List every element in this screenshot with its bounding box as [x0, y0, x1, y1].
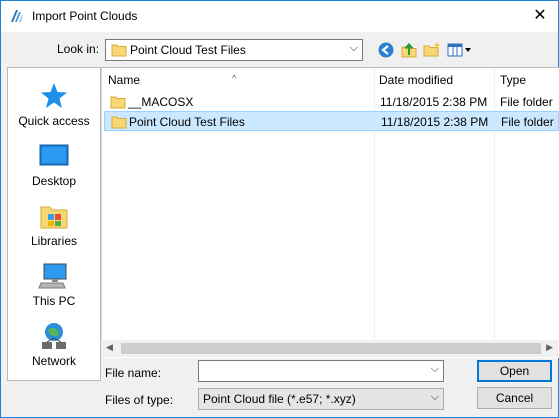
files-of-type-dropdown[interactable]: Point Cloud file (*.e57; *.xyz) ⌵: [198, 388, 444, 410]
scroll-left-icon[interactable]: ◀: [106, 342, 113, 353]
file-name: __MACOSX: [128, 95, 194, 109]
chevron-down-icon[interactable]: ⌵: [431, 391, 439, 404]
list-item-selected[interactable]: Point Cloud Test Files 11/18/2015 2:38 P…: [104, 111, 559, 131]
look-in-value: Point Cloud Test Files: [130, 43, 246, 57]
folder-icon: [110, 96, 126, 109]
scroll-right-icon[interactable]: ▶: [546, 342, 553, 353]
column-header-label: Date modified: [379, 73, 454, 87]
column-header-label: Name: [108, 73, 141, 87]
place-label: Network: [31, 354, 76, 368]
import-dialog: Import Point Clouds ✕ Look in: Point Clo…: [0, 0, 559, 418]
files-of-type-label: Files of type:: [105, 393, 174, 407]
place-label: This PC: [32, 294, 76, 308]
files-of-type-value: Point Cloud file (*.e57; *.xyz): [203, 392, 356, 406]
new-folder-icon[interactable]: [423, 41, 441, 59]
places-bar: Quick access Desktop Libraries This PC N…: [7, 67, 101, 381]
up-folder-icon[interactable]: [400, 41, 418, 59]
column-header-name[interactable]: ^ Name: [102, 68, 374, 92]
folder-icon: [111, 44, 127, 57]
file-date: 11/18/2015 2:38 PM: [381, 115, 489, 129]
file-name-input[interactable]: [201, 362, 421, 378]
horizontal-scrollbar[interactable]: ◀ ▶: [101, 340, 558, 357]
chevron-down-icon[interactable]: ⌵: [431, 363, 439, 376]
column-header-label: Type: [500, 73, 527, 87]
computer-icon: [38, 263, 67, 289]
place-label: Libraries: [30, 234, 78, 248]
place-label: Quick access: [18, 114, 90, 128]
place-libraries[interactable]: Libraries: [8, 194, 100, 252]
star-icon: [41, 83, 67, 108]
look-in-dropdown[interactable]: Point Cloud Test Files ⌵: [105, 39, 363, 61]
title-bar: Import Point Clouds ✕: [1, 1, 558, 32]
cancel-button[interactable]: Cancel: [477, 387, 552, 409]
look-in-label: Look in:: [57, 42, 100, 56]
views-menu-icon[interactable]: [447, 41, 473, 59]
libraries-icon: [40, 206, 68, 229]
app-icon: [11, 10, 23, 22]
file-list[interactable]: ^ Name Date modified Type __MACOSX 11/18…: [101, 67, 559, 358]
file-name: Point Cloud Test Files: [129, 115, 245, 129]
file-date: 11/18/2015 2:38 PM: [380, 95, 488, 109]
file-name-label: File name:: [105, 366, 162, 380]
file-type: File folder: [500, 95, 553, 109]
back-icon[interactable]: [377, 41, 395, 59]
desktop-icon: [39, 144, 69, 166]
file-name-combo[interactable]: ⌵: [198, 360, 444, 382]
window-title: Import Point Clouds: [32, 9, 138, 23]
place-label: Desktop: [31, 174, 77, 188]
close-icon[interactable]: ✕: [531, 7, 549, 25]
file-type: File folder: [501, 115, 554, 129]
list-item[interactable]: __MACOSX 11/18/2015 2:38 PM File folder: [104, 92, 559, 112]
chevron-down-icon[interactable]: ⌵: [350, 42, 358, 55]
place-network[interactable]: Network: [8, 314, 100, 372]
place-this-pc[interactable]: This PC: [8, 254, 100, 312]
place-desktop[interactable]: Desktop: [8, 134, 100, 192]
sort-up-icon: ^: [232, 73, 237, 83]
folder-icon: [111, 116, 127, 129]
column-header-date[interactable]: Date modified: [375, 68, 494, 92]
open-button[interactable]: Open: [477, 360, 552, 382]
place-quick-access[interactable]: Quick access: [8, 74, 100, 132]
column-header-type[interactable]: Type: [495, 68, 559, 92]
network-icon: [42, 323, 66, 349]
scrollbar-thumb[interactable]: [121, 343, 541, 354]
